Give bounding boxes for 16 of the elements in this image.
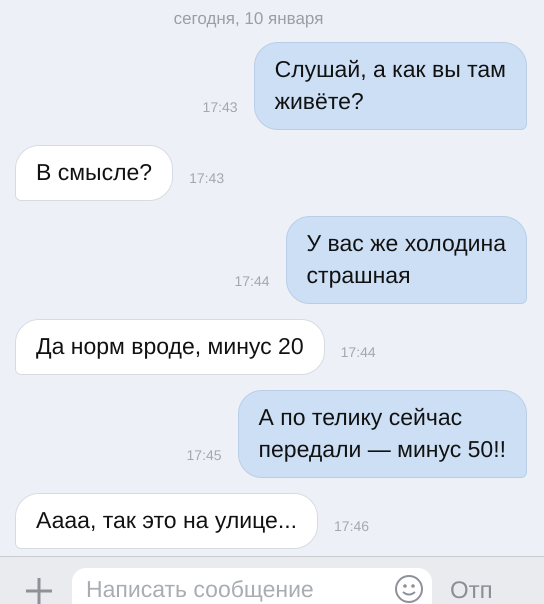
incoming-message: Да норм вроде, минус 20 [15, 318, 325, 374]
date-header: сегодня, 10 января [172, 8, 324, 30]
message-time: 17:46 [334, 516, 370, 536]
incoming-message: Аааа, так это на улице... [15, 492, 318, 548]
outgoing-message: У вас же холодина страшная [286, 216, 527, 304]
outgoing-message: А по телику сейчас передали — минус 50!! [238, 390, 527, 478]
message-time: 17:43 [189, 168, 224, 188]
incoming-message: В смысле? [15, 144, 174, 200]
outgoing-message: Слушай, а как вы там живёте? [254, 42, 527, 130]
message-time: 17:45 [186, 446, 222, 464]
message-time: 17:44 [340, 342, 376, 362]
send-button[interactable]: Отп [450, 578, 493, 604]
message-time: 17:43 [202, 98, 238, 116]
message-time: 17:44 [234, 272, 270, 290]
smiley-icon[interactable] [394, 574, 424, 604]
message-input[interactable]: Написать сообщение [72, 568, 432, 604]
